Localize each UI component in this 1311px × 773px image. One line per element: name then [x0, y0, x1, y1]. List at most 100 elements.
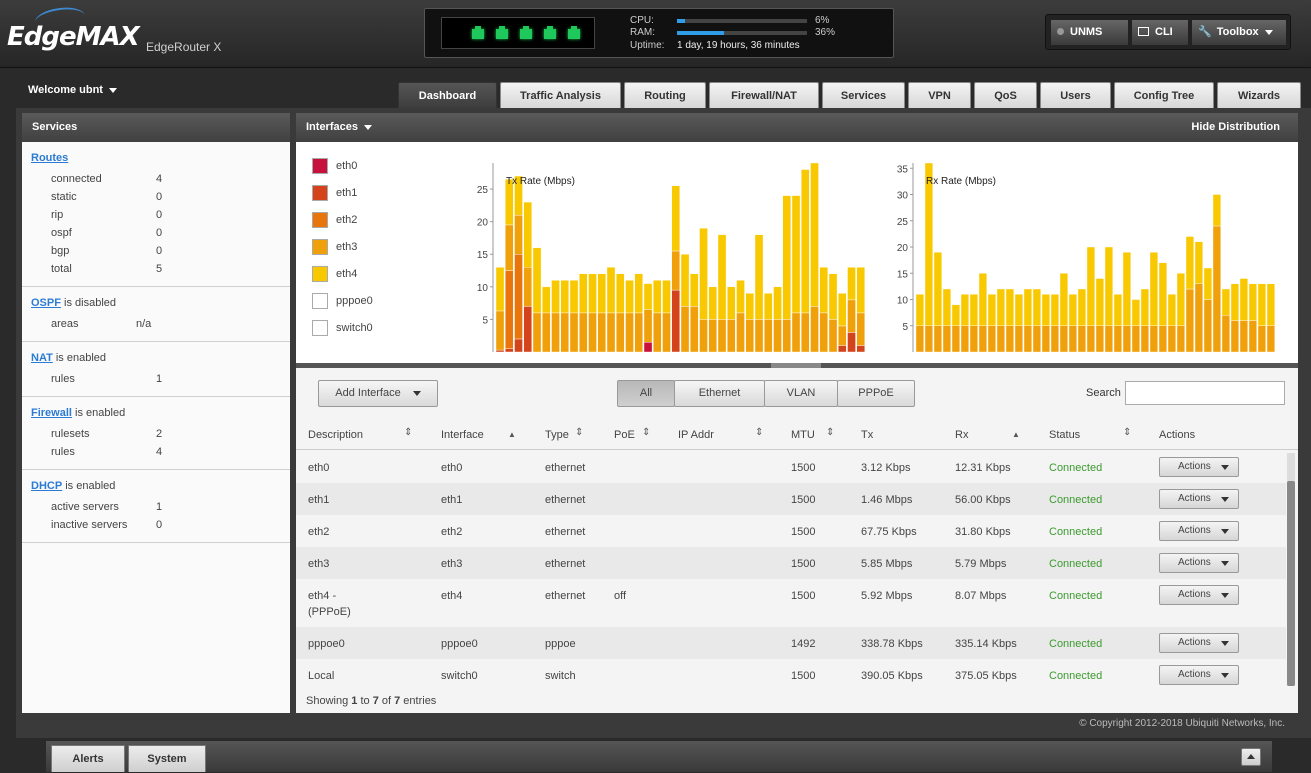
- cell-iface: eth0: [441, 462, 463, 474]
- cell-desc: eth2: [308, 526, 330, 538]
- filter-all[interactable]: All: [617, 380, 675, 407]
- col-tx[interactable]: Tx: [861, 429, 873, 441]
- uptime-value: 1 day, 19 hours, 36 minutes: [677, 40, 800, 51]
- bar-segment: [791, 195, 801, 314]
- bar-segment: [532, 312, 542, 353]
- firewall-row-rulesets: rulesets 2: [31, 425, 290, 443]
- chart-title: Rx Rate (Mbps): [926, 176, 996, 187]
- y-tick-label: 25: [477, 185, 489, 196]
- legend-swatch: [312, 212, 328, 228]
- bar-segment: [810, 162, 819, 307]
- col-poe[interactable]: PoE: [614, 429, 635, 441]
- row-actions-button[interactable]: Actions: [1159, 489, 1239, 509]
- cell-type: ethernet: [545, 494, 586, 506]
- row-value: 0: [156, 209, 163, 221]
- row-label: rip: [51, 209, 64, 221]
- row-actions-button[interactable]: Actions: [1159, 585, 1239, 605]
- cli-button[interactable]: CLI: [1131, 19, 1189, 46]
- bar-segment: [1212, 225, 1222, 353]
- row-actions-button[interactable]: Actions: [1159, 521, 1239, 541]
- row-actions-button[interactable]: Actions: [1159, 633, 1239, 653]
- interfaces-menu[interactable]: Interfaces: [306, 121, 372, 133]
- sort-both-icon[interactable]: ⇕: [575, 427, 583, 438]
- cell-mtu: 1492: [791, 638, 816, 650]
- bar-segment: [1158, 262, 1168, 326]
- sort-asc-icon[interactable]: ▲: [1012, 430, 1020, 439]
- legend-label: eth4: [336, 268, 358, 280]
- port-eth3-icon: [544, 26, 556, 39]
- table-scrollbar-thumb[interactable]: [1287, 481, 1295, 686]
- port-eth4-icon: [568, 26, 580, 39]
- tab-routing[interactable]: Routing: [624, 82, 706, 109]
- hide-distribution-link[interactable]: Hide Distribution: [1191, 113, 1280, 142]
- bar-segment: [1041, 294, 1051, 326]
- info-suffix: entries: [400, 695, 437, 707]
- tab-dashboard[interactable]: Dashboard: [398, 82, 497, 109]
- bar-segment: [754, 234, 764, 320]
- dhcp-link[interactable]: DHCP: [31, 480, 62, 492]
- firewall-link[interactable]: Firewall: [31, 407, 72, 419]
- col-mtu[interactable]: MTU: [791, 429, 815, 441]
- toolbox-button[interactable]: 🔧 Toolbox: [1191, 19, 1287, 46]
- routes-row-total: total 5: [31, 260, 290, 278]
- col-status[interactable]: Status: [1049, 429, 1080, 441]
- sort-both-icon[interactable]: ⇕: [404, 427, 412, 438]
- filter-pppoe[interactable]: PPPoE: [837, 380, 915, 407]
- sort-asc-icon[interactable]: ▲: [508, 430, 516, 439]
- bar-segment: [588, 312, 597, 353]
- routes-row-static: static 0: [31, 188, 290, 206]
- bar-segment: [1014, 294, 1024, 326]
- bar-segment: [856, 312, 866, 346]
- tab-config-tree[interactable]: Config Tree: [1114, 82, 1214, 109]
- filter-ethernet[interactable]: Ethernet: [674, 380, 765, 407]
- col-type[interactable]: Type: [545, 429, 569, 441]
- unms-button[interactable]: UNMS: [1050, 19, 1129, 46]
- bar-segment: [924, 325, 934, 353]
- bar-segment: [1221, 315, 1231, 353]
- routes-link[interactable]: Routes: [31, 152, 68, 164]
- legend-swatch: [312, 293, 328, 309]
- tab-services[interactable]: Services: [822, 82, 905, 109]
- filter-vlan[interactable]: VLAN: [764, 380, 838, 407]
- tab-traffic-analysis[interactable]: Traffic Analysis: [500, 82, 621, 109]
- col-rx[interactable]: Rx: [955, 429, 968, 441]
- system-tab[interactable]: System: [128, 745, 206, 772]
- add-interface-button[interactable]: Add Interface: [318, 380, 438, 407]
- tab-vpn[interactable]: VPN: [908, 82, 971, 109]
- tab-wizards[interactable]: Wizards: [1217, 82, 1301, 109]
- bar-segment: [745, 319, 755, 353]
- sort-both-icon[interactable]: ⇕: [642, 427, 650, 438]
- tab-firewall-nat[interactable]: Firewall/NAT: [709, 82, 819, 109]
- col-ip-addr[interactable]: IP Addr: [678, 429, 714, 441]
- sort-both-icon[interactable]: ⇕: [826, 427, 834, 438]
- alerts-tab[interactable]: Alerts: [51, 745, 125, 772]
- legend-swatch: [312, 239, 328, 255]
- firewall-status: is enabled: [75, 407, 126, 419]
- ospf-link[interactable]: OSPF: [31, 297, 61, 309]
- sort-both-icon[interactable]: ⇕: [755, 427, 763, 438]
- col-description[interactable]: Description: [308, 429, 363, 441]
- legend-label: eth2: [336, 214, 358, 226]
- y-tick-label: 30: [897, 191, 909, 202]
- row-actions-button[interactable]: Actions: [1159, 457, 1239, 477]
- row-actions-button[interactable]: Actions: [1159, 553, 1239, 573]
- sort-both-icon[interactable]: ⇕: [1123, 427, 1131, 438]
- cell-desc: eth4 -: [308, 590, 337, 602]
- bar-segment: [1122, 252, 1132, 326]
- row-label: ospf: [51, 227, 72, 239]
- expand-panel-button[interactable]: [1241, 748, 1261, 766]
- port-eth1-icon: [496, 26, 508, 39]
- bar-segment: [782, 319, 792, 353]
- search-input[interactable]: [1125, 381, 1285, 405]
- nat-link[interactable]: NAT: [31, 352, 53, 364]
- system-monitor: CPU: 6% RAM: 36% Uptime: 1 day, 19 hours…: [424, 8, 894, 58]
- y-tick-label: 5: [482, 315, 488, 326]
- bar-segment: [495, 310, 505, 351]
- tab-qos[interactable]: QoS: [974, 82, 1037, 109]
- welcome-label: Welcome ubnt: [28, 84, 103, 96]
- col-interface[interactable]: Interface: [441, 429, 484, 441]
- row-value: 0: [156, 519, 163, 531]
- welcome-menu[interactable]: Welcome ubnt: [28, 84, 117, 96]
- row-actions-button[interactable]: Actions: [1159, 665, 1239, 685]
- tab-users[interactable]: Users: [1040, 82, 1111, 109]
